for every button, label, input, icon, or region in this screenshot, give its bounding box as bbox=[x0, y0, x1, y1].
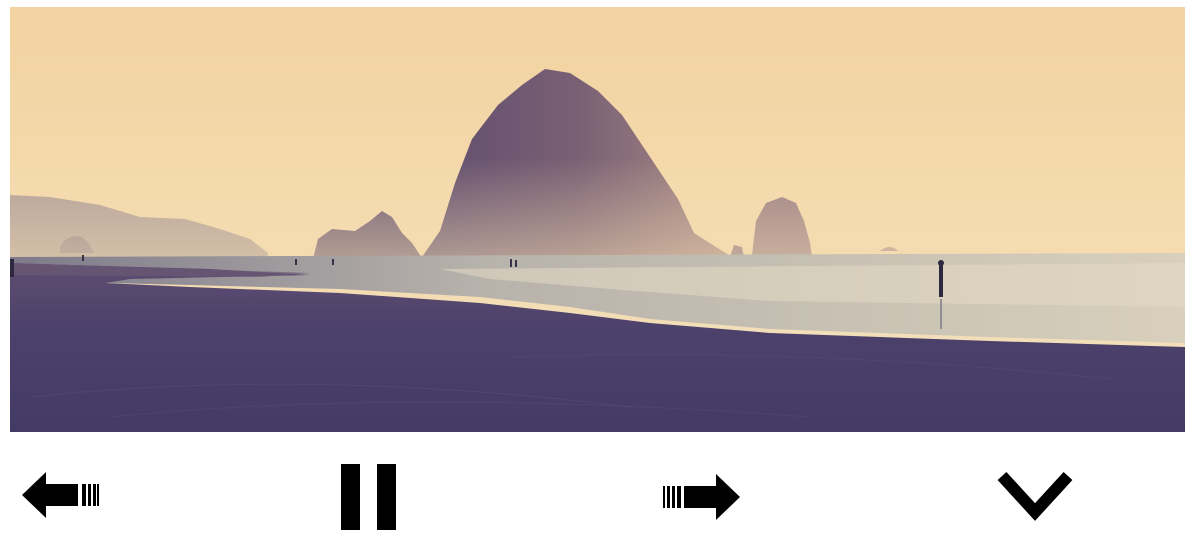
next-button[interactable] bbox=[662, 472, 742, 522]
arrow-right-icon bbox=[663, 474, 740, 520]
slideshow-image bbox=[10, 7, 1185, 432]
pause-button[interactable] bbox=[340, 462, 398, 532]
chevron-down-icon bbox=[997, 471, 1073, 521]
slideshow-controls bbox=[0, 432, 1196, 551]
arrow-left-icon bbox=[22, 472, 99, 518]
expand-button[interactable] bbox=[996, 468, 1074, 522]
previous-button[interactable] bbox=[22, 470, 100, 520]
pause-icon bbox=[341, 464, 396, 530]
beach-photo bbox=[10, 7, 1185, 432]
